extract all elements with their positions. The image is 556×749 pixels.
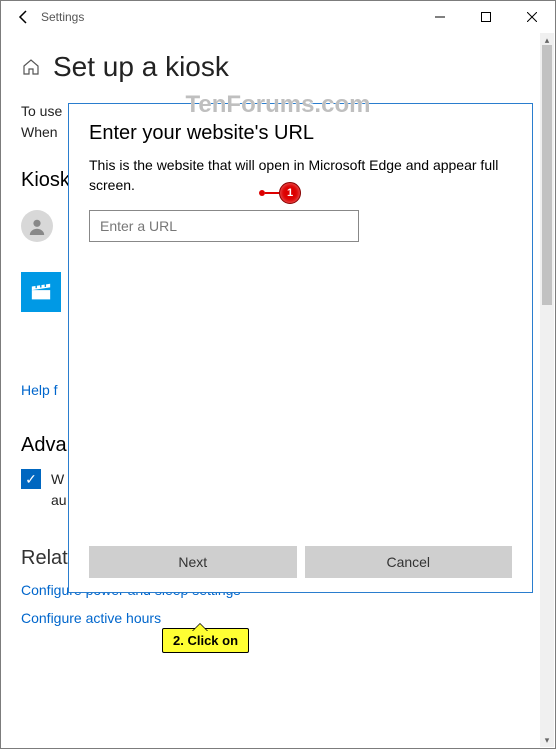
titlebar: Settings xyxy=(1,1,555,33)
dialog-description: This is the website that will open in Mi… xyxy=(89,155,512,196)
scroll-thumb[interactable] xyxy=(542,45,552,305)
avatar xyxy=(21,210,53,242)
minimize-button[interactable] xyxy=(417,1,463,33)
dialog-title: Enter your website's URL xyxy=(89,122,512,145)
home-icon[interactable] xyxy=(21,57,41,77)
next-button[interactable]: Next xyxy=(89,546,297,578)
window-controls xyxy=(417,1,555,33)
close-button[interactable] xyxy=(509,1,555,33)
dialog-buttons: Next Cancel xyxy=(89,546,512,578)
cancel-button[interactable]: Cancel xyxy=(305,546,513,578)
page-title: Set up a kiosk xyxy=(53,51,229,83)
settings-window: Settings Set up a kiosk To use When Kios… xyxy=(0,0,556,749)
back-button[interactable] xyxy=(9,9,39,25)
maximize-button[interactable] xyxy=(463,1,509,33)
checkbox[interactable]: ✓ xyxy=(21,469,41,489)
page-title-row: Set up a kiosk xyxy=(21,51,535,83)
url-input[interactable] xyxy=(89,210,359,242)
checkbox-label: W au xyxy=(51,469,67,511)
window-title: Settings xyxy=(41,10,84,24)
movies-tile[interactable] xyxy=(21,272,61,312)
annotation-step2: 2. Click on xyxy=(162,628,249,653)
scrollbar[interactable]: ▴ ▾ xyxy=(540,33,554,747)
related-link-hours[interactable]: Configure active hours xyxy=(21,610,535,626)
scroll-down-arrow[interactable]: ▾ xyxy=(540,733,554,747)
url-dialog: Enter your website's URL This is the web… xyxy=(68,103,533,593)
